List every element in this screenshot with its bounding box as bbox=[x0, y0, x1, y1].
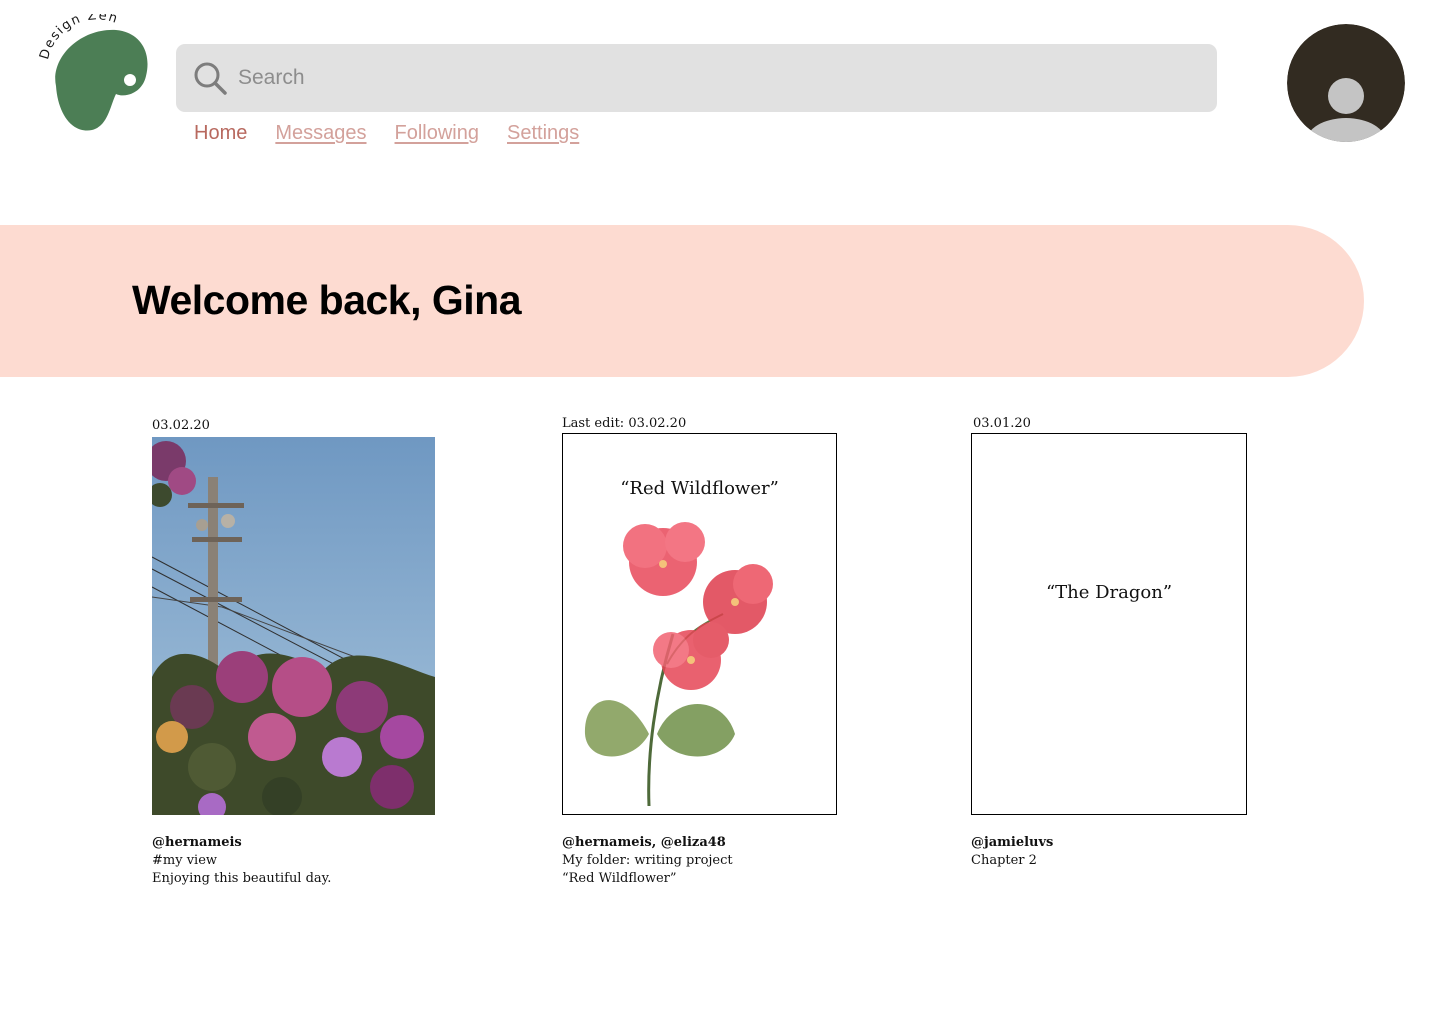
document-title: “The Dragon” bbox=[1045, 582, 1173, 603]
search-bar[interactable] bbox=[176, 44, 1217, 112]
document-preview[interactable]: “The Dragon” bbox=[971, 433, 1247, 815]
palette-logo-icon: Design Zen bbox=[37, 14, 148, 131]
post-date: Last edit: 03.02.20 bbox=[562, 416, 687, 431]
post-card[interactable]: 03.02.20 @hernameis #my view Enjoying th… bbox=[152, 416, 435, 896]
post-tag: #my view bbox=[152, 853, 218, 868]
post-card[interactable]: 03.01.20 “The Dragon” @jamieluvs Chapter… bbox=[971, 414, 1247, 894]
main-nav: Home Messages Following Settings bbox=[194, 122, 579, 145]
nav-messages-link[interactable]: Messages bbox=[275, 122, 366, 145]
post-photo[interactable] bbox=[152, 437, 435, 815]
post-date: 03.01.20 bbox=[973, 416, 1031, 431]
welcome-heading: Welcome back, Gina bbox=[132, 277, 522, 323]
welcome-banner: Welcome back, Gina bbox=[0, 225, 1364, 377]
search-icon bbox=[194, 62, 227, 95]
red-wildflower-illustration-icon bbox=[584, 522, 773, 807]
nav-home-link[interactable]: Home bbox=[194, 122, 247, 145]
post-meta: @hernameis #my view Enjoying this beauti… bbox=[152, 834, 331, 888]
post-folder: My folder: writing project bbox=[562, 853, 733, 868]
post-meta: @jamieluvs Chapter 2 bbox=[971, 834, 1053, 870]
flowering-tree-photo-icon bbox=[152, 437, 435, 815]
post-collaborators[interactable]: @hernameis, @eliza48 bbox=[562, 834, 733, 852]
nav-following-link[interactable]: Following bbox=[395, 122, 479, 145]
post-card[interactable]: Last edit: 03.02.20 “Red Wildflower” @he… bbox=[562, 414, 837, 894]
post-caption: Enjoying this beautiful day. bbox=[152, 871, 332, 886]
nav-settings-link[interactable]: Settings bbox=[507, 122, 579, 145]
post-meta: @hernameis, @eliza48 My folder: writing … bbox=[562, 834, 733, 888]
search-input[interactable] bbox=[238, 44, 1217, 112]
post-caption: “Red Wildflower” bbox=[562, 871, 677, 886]
user-avatar-icon bbox=[1287, 24, 1405, 142]
design-zen-logo[interactable]: Design Zen bbox=[36, 14, 156, 134]
document-preview[interactable]: “Red Wildflower” bbox=[562, 433, 837, 815]
user-avatar-button[interactable] bbox=[1287, 24, 1405, 142]
post-chapter: Chapter 2 bbox=[971, 853, 1037, 868]
post-author[interactable]: @jamieluvs bbox=[971, 834, 1053, 852]
post-author[interactable]: @hernameis bbox=[152, 834, 331, 852]
post-date: 03.02.20 bbox=[152, 418, 210, 433]
